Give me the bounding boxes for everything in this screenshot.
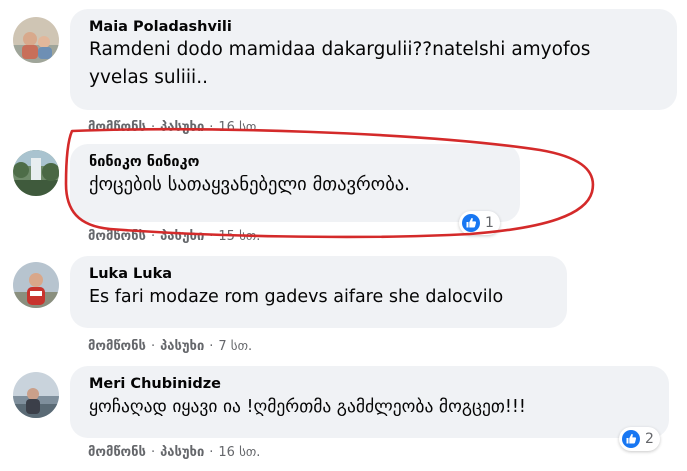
- comment-bubble: ნინიკო ნინიკო ქოცების სათაყვანებელი მთავ…: [70, 144, 520, 222]
- comment-bubble: Meri Chubinidze ყოჩაღად იყავი ია !ღმერთმ…: [70, 366, 669, 438]
- separator: ·: [209, 339, 214, 354]
- separator: ·: [150, 339, 156, 354]
- reaction-count[interactable]: 1: [459, 211, 500, 235]
- comment-time[interactable]: 16 სთ.: [218, 445, 260, 460]
- avatar[interactable]: [13, 372, 59, 418]
- reaction-count[interactable]: 2: [619, 427, 660, 451]
- avatar[interactable]: [13, 17, 59, 63]
- comment-time[interactable]: 7 სთ.: [218, 339, 252, 354]
- like-button[interactable]: მომწონს: [88, 120, 146, 135]
- reaction-number: 1: [485, 215, 494, 231]
- separator: ·: [150, 445, 156, 460]
- comment-author[interactable]: Maia Poladashvili: [89, 18, 663, 36]
- like-button[interactable]: მომწონს: [88, 339, 146, 354]
- thumbs-up-icon: [461, 213, 481, 233]
- comment-actions: მომწონს · პასუხი · 7 სთ.: [88, 339, 252, 355]
- separator: ·: [150, 120, 156, 135]
- reaction-number: 2: [645, 431, 654, 447]
- comment-text: Ramdeni dodo mamidaa dakargulii??natelsh…: [89, 39, 591, 88]
- comment-actions: მომწონს · პასუხი · 15 სთ.: [88, 229, 260, 245]
- like-button[interactable]: მომწონს: [88, 445, 146, 460]
- comment-author[interactable]: Meri Chubinidze: [89, 375, 655, 393]
- avatar[interactable]: [13, 150, 59, 196]
- reply-button[interactable]: პასუხი: [160, 120, 204, 135]
- thumbs-up-icon: [621, 429, 641, 449]
- comment-author[interactable]: ნინიკო ნინიკო: [89, 153, 506, 171]
- separator: ·: [209, 120, 214, 135]
- comment-time[interactable]: 16 სთ.: [218, 120, 260, 135]
- comment-actions: მომწონს · პასუხი · 16 სთ.: [88, 120, 260, 136]
- reply-button[interactable]: პასუხი: [160, 229, 204, 244]
- reply-button[interactable]: პასუხი: [160, 339, 204, 354]
- comment-author[interactable]: Luka Luka: [89, 265, 553, 283]
- comment-actions: მომწონს · პასუხი · 16 სთ.: [88, 445, 260, 461]
- comment-text: ქოცების სათაყვანებელი მთავრობა.: [89, 174, 411, 195]
- comment-text: Es fari modaze rom gadevs aifare she dal…: [89, 287, 504, 307]
- avatar[interactable]: [13, 262, 59, 308]
- comment-text: ყოჩაღად იყავი ია !ღმერთმა გამძლეობა მოგც…: [89, 397, 526, 417]
- like-button[interactable]: მომწონს: [88, 229, 146, 244]
- separator: ·: [150, 229, 156, 244]
- separator: ·: [209, 229, 214, 244]
- separator: ·: [209, 445, 214, 460]
- comment-bubble: Luka Luka Es fari modaze rom gadevs aifa…: [70, 256, 567, 328]
- comment-time[interactable]: 15 სთ.: [218, 229, 260, 244]
- comment-bubble: Maia Poladashvili Ramdeni dodo mamidaa d…: [70, 9, 677, 110]
- reply-button[interactable]: პასუხი: [160, 445, 204, 460]
